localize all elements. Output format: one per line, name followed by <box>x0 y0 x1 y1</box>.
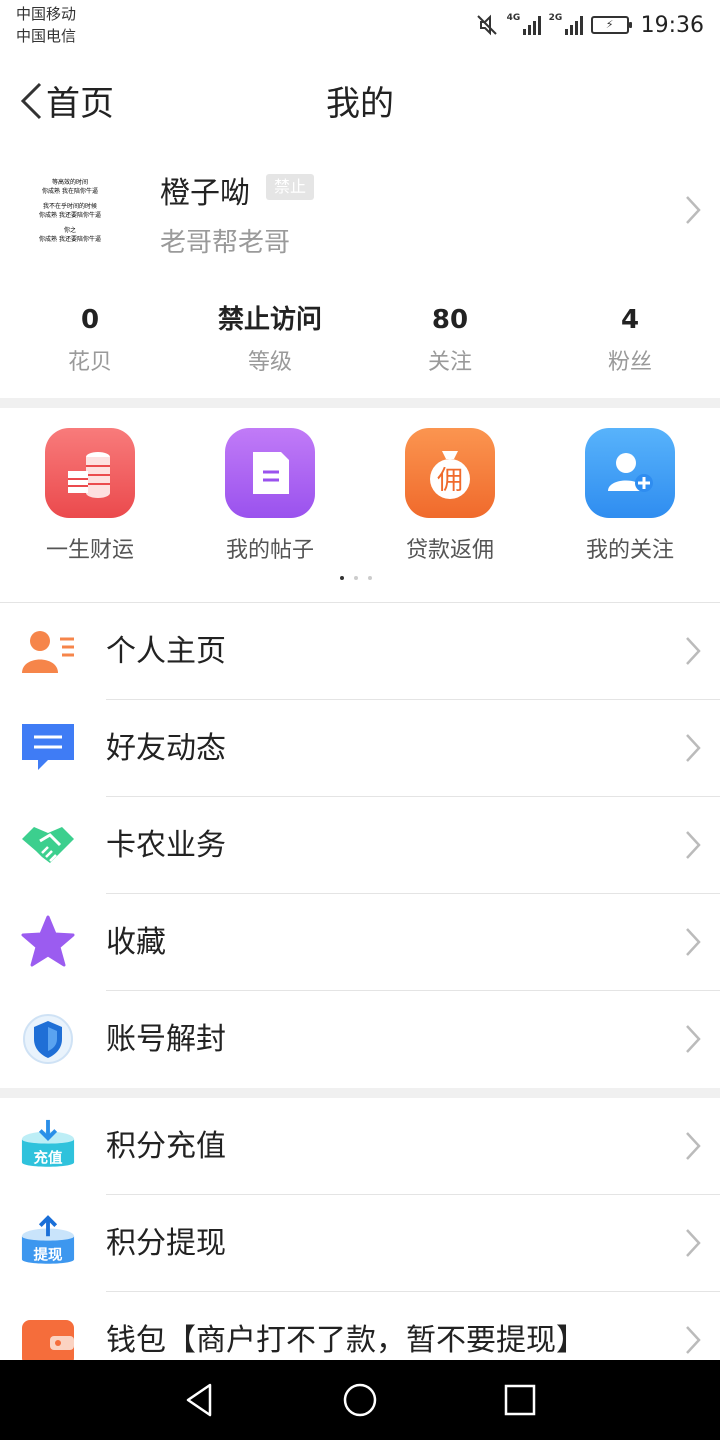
username: 橙子呦 <box>160 176 250 211</box>
shield-icon <box>20 1011 76 1067</box>
stat-value: 禁止访问 <box>217 305 322 335</box>
stat-fans[interactable]: 4 粉丝 <box>540 300 720 390</box>
avatar-text-line: 你成熟 我还要陪你牛逼 <box>39 212 101 219</box>
user-signature: 老哥帮老哥 <box>160 228 291 258</box>
quick-label: 我的关注 <box>585 538 674 563</box>
status-badge: 禁止 <box>266 174 315 200</box>
handshake-icon <box>20 817 76 873</box>
menu-label: 积分充值 <box>106 1129 226 1164</box>
menu-account-unblock[interactable]: 账号解封 <box>0 991 720 1088</box>
home-circle-icon[interactable] <box>340 1380 380 1420</box>
chevron-right-icon <box>686 734 701 762</box>
avatar-text-line: 你之 <box>63 227 76 234</box>
person-card-icon <box>20 623 76 679</box>
carrier-2: 中国电信 <box>16 27 77 45</box>
avatar-text-line: 你成熟 我在陪你牛逼 <box>42 188 98 195</box>
money-bag-glyph: 佣 <box>437 466 463 496</box>
quick-my-follows-button[interactable]: 我的关注 <box>540 428 720 564</box>
avatar-text-line: 你成熟 我还要陪你牛逼 <box>39 236 101 243</box>
quick-label: 一生财运 <box>45 538 134 563</box>
quick-label: 我的帖子 <box>225 538 314 563</box>
menu-label: 个人主页 <box>106 634 226 669</box>
avatar[interactable]: 等高效的时间 你成熟 我在陪你牛逼 我不在乎时间的时候 你成熟 我还要陪你牛逼 … <box>28 172 112 256</box>
carrier-1: 中国移动 <box>16 5 77 23</box>
status-bar: 中国移动 中国电信 4G 2G ⚡ 19:36 <box>0 0 720 50</box>
menu-personal-homepage[interactable]: 个人主页 <box>0 603 720 700</box>
menu-kanong-business[interactable]: 卡农业务 <box>0 797 720 894</box>
status-indicators: 4G 2G ⚡ 19:36 <box>475 10 704 40</box>
quick-loan-rebate-button[interactable]: 佣 贷款返佣 <box>360 428 540 564</box>
battery-icon: ⚡ <box>590 16 632 34</box>
stat-value: 80 <box>431 305 469 335</box>
recents-square-icon[interactable] <box>500 1380 540 1420</box>
stat-label: 花贝 <box>67 350 112 375</box>
chevron-right-icon <box>686 1025 701 1053</box>
chevron-right-icon <box>686 1326 701 1354</box>
avatar-text-line: 我不在乎时间的时候 <box>42 203 97 210</box>
menu-group-1: 个人主页 好友动态 卡农业务 收藏 账号解封 <box>0 603 720 1088</box>
menu-label: 积分提现 <box>106 1226 226 1261</box>
stat-label: 关注 <box>427 350 472 375</box>
page-indicator <box>340 576 372 580</box>
coins-icon <box>45 428 135 518</box>
withdraw-icon: 提现 <box>20 1215 76 1271</box>
stat-following[interactable]: 80 关注 <box>360 300 540 390</box>
chevron-right-icon <box>686 1229 701 1257</box>
profile-header[interactable]: 等高效的时间 你成熟 我在陪你牛逼 我不在乎时间的时候 你成熟 我还要陪你牛逼 … <box>0 146 720 280</box>
stats-row: 0 花贝 禁止访问 等级 80 关注 4 粉丝 <box>0 300 720 390</box>
menu-points-recharge[interactable]: 充值 积分充值 <box>0 1098 720 1195</box>
stat-value: 0 <box>80 305 100 335</box>
stat-label: 粉丝 <box>607 350 652 375</box>
document-icon <box>225 428 315 518</box>
menu-points-withdraw[interactable]: 提现 积分提现 <box>0 1195 720 1292</box>
quick-actions: 一生财运 我的帖子 佣 贷款返佣 我的关注 <box>0 408 720 602</box>
stat-huabei[interactable]: 0 花贝 <box>0 300 180 390</box>
quick-label: 贷款返佣 <box>405 538 494 563</box>
menu-favorites[interactable]: 收藏 <box>0 894 720 991</box>
system-navigation-bar <box>0 1360 720 1440</box>
chevron-right-icon <box>686 831 701 859</box>
nav-bar: 首页 我的 <box>0 50 720 146</box>
clock: 19:36 <box>640 12 704 38</box>
signal-icon-sim2: 2G <box>549 13 583 35</box>
star-icon <box>20 914 76 970</box>
chevron-right-icon <box>686 637 701 665</box>
recharge-icon: 充值 <box>20 1118 76 1174</box>
stat-label: 等级 <box>247 350 292 375</box>
menu-friend-feed[interactable]: 好友动态 <box>0 700 720 797</box>
stat-value: 4 <box>620 305 640 335</box>
mute-icon <box>476 14 497 36</box>
avatar-text-line: 等高效的时间 <box>51 179 88 186</box>
quick-fortune-button[interactable]: 一生财运 <box>0 428 180 564</box>
menu-label: 卡农业务 <box>106 828 226 863</box>
signal-icon-sim1: 4G <box>507 13 541 35</box>
stat-level[interactable]: 禁止访问 等级 <box>180 300 360 390</box>
menu-label: 收藏 <box>106 925 166 960</box>
add-user-icon <box>585 428 675 518</box>
chat-bubble-icon <box>20 720 76 776</box>
chevron-right-icon <box>686 928 701 956</box>
chevron-right-icon <box>686 196 701 224</box>
back-triangle-icon[interactable] <box>180 1380 220 1420</box>
quick-my-posts-button[interactable]: 我的帖子 <box>180 428 360 564</box>
menu-label: 账号解封 <box>106 1022 226 1057</box>
chevron-right-icon <box>686 1132 701 1160</box>
page-title: 我的 <box>326 84 394 124</box>
menu-group-2: 充值 积分充值 提现 积分提现 钱包【商户打不了款，暂不要提现】 <box>0 1098 720 1389</box>
section-divider <box>0 398 720 408</box>
recharge-glyph: 充值 <box>34 1148 63 1166</box>
menu-label: 好友动态 <box>106 731 226 766</box>
money-bag-icon: 佣 <box>405 428 495 518</box>
section-divider <box>0 1088 720 1098</box>
withdraw-glyph: 提现 <box>34 1246 63 1263</box>
